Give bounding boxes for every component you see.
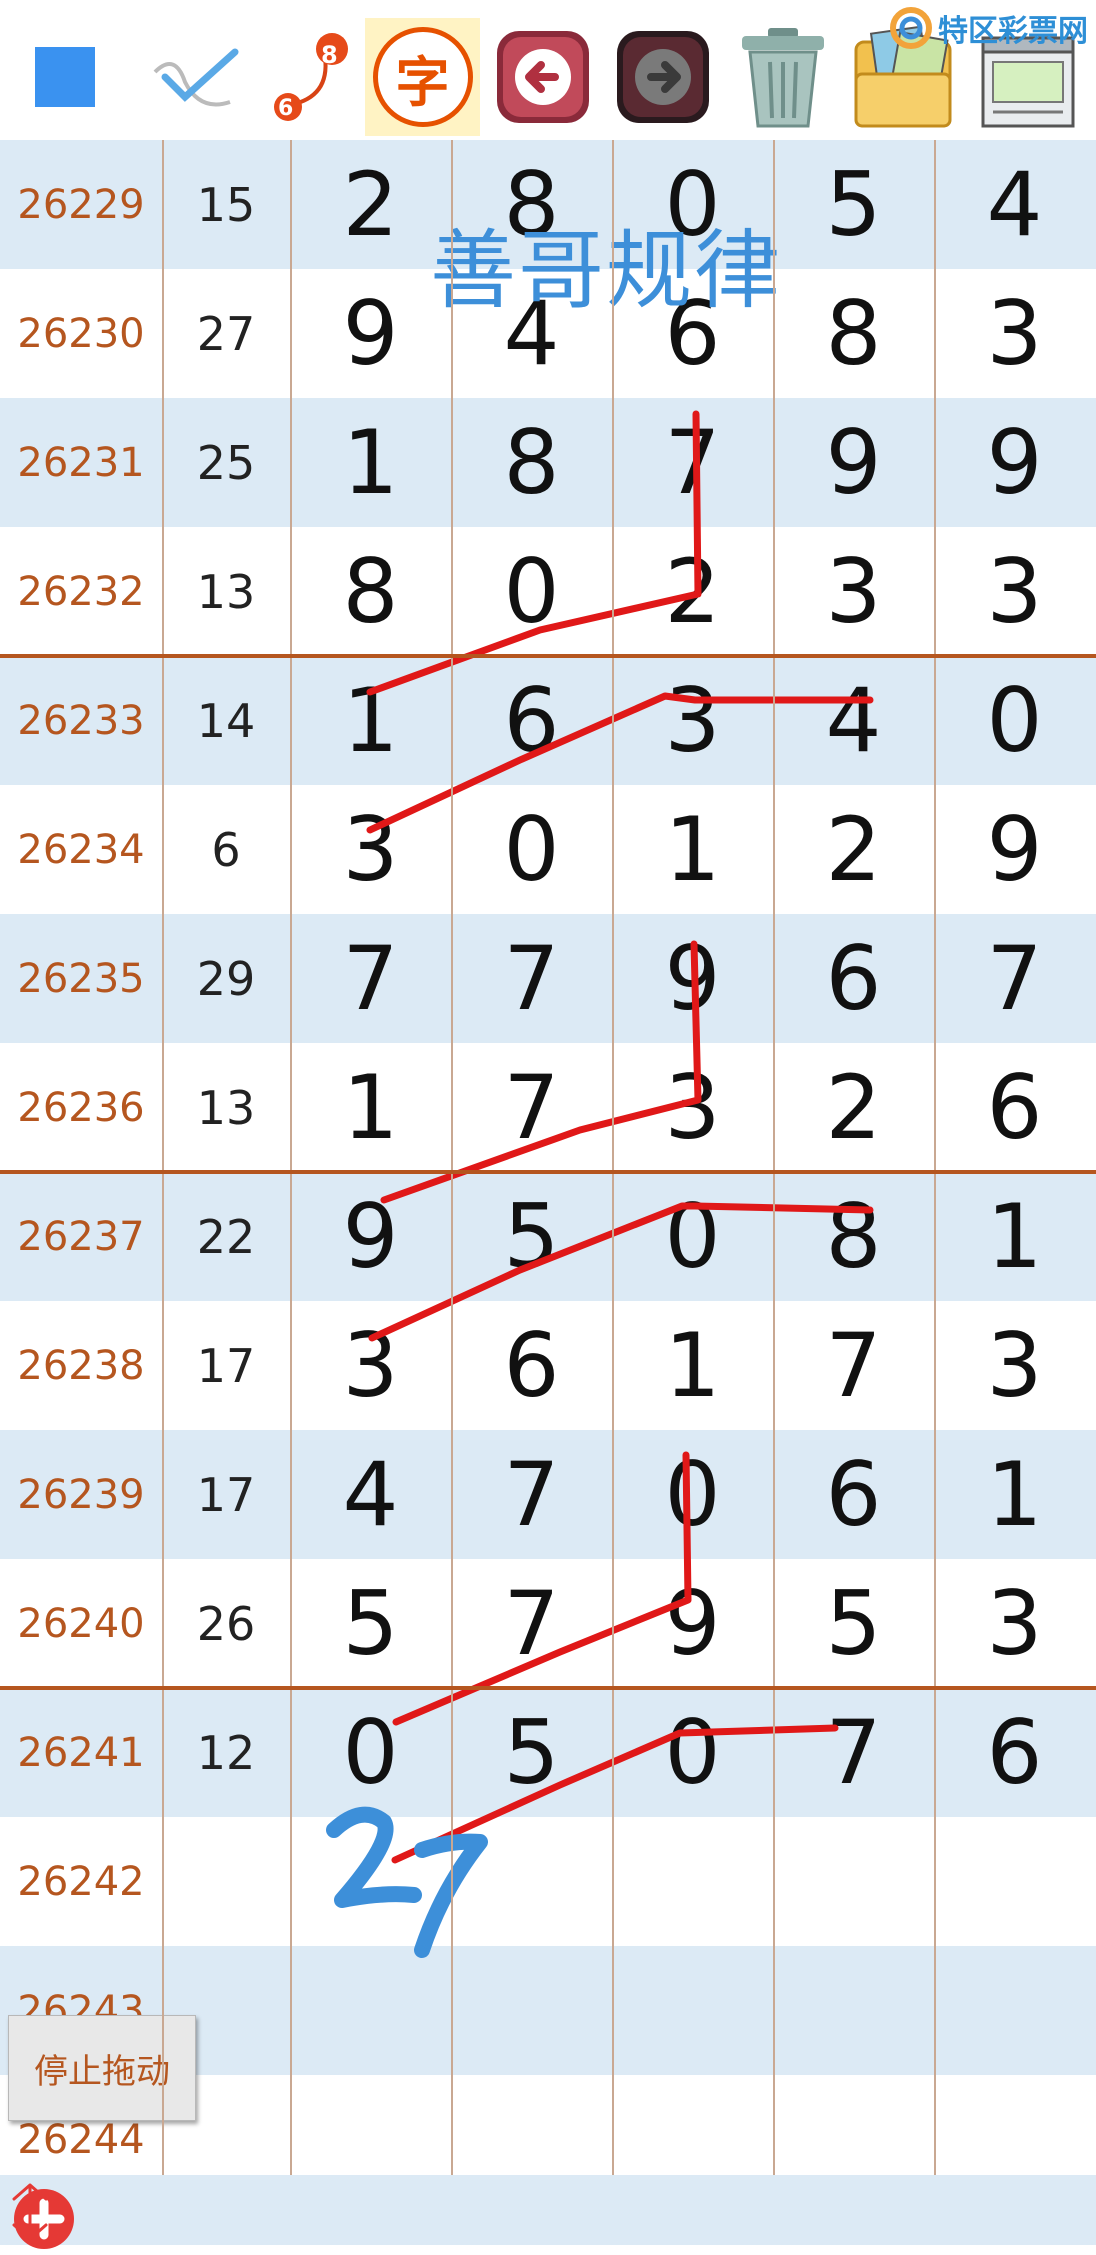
- column-divider: [612, 140, 614, 2175]
- red-stroke-2: [366, 692, 874, 834]
- up-down-arrow-icon: [12, 2183, 48, 2241]
- stop-drag-label: 停止拖动: [34, 2051, 170, 2092]
- group-separator: [0, 654, 1096, 658]
- group-separator: [0, 1686, 1096, 1690]
- column-divider: [451, 140, 453, 2175]
- group-separator: [0, 1170, 1096, 1174]
- column-divider: [290, 140, 292, 2175]
- red-stroke-3: [380, 940, 702, 1204]
- column-divider: [934, 140, 936, 2175]
- column-divider: [773, 140, 775, 2175]
- stop-drag-button[interactable]: 停止拖动: [8, 2015, 196, 2121]
- red-stroke-1: [366, 410, 702, 696]
- column-divider: [162, 140, 164, 2175]
- handwritten-overlay: [366, 410, 874, 1864]
- red-stroke-5: [392, 1451, 692, 1726]
- bottom-bar: [0, 2175, 1096, 2249]
- red-stroke-4: [368, 1202, 874, 1342]
- handwritten-annotation: [326, 1806, 488, 1958]
- scroll-toggle-button[interactable]: [0, 2179, 60, 2245]
